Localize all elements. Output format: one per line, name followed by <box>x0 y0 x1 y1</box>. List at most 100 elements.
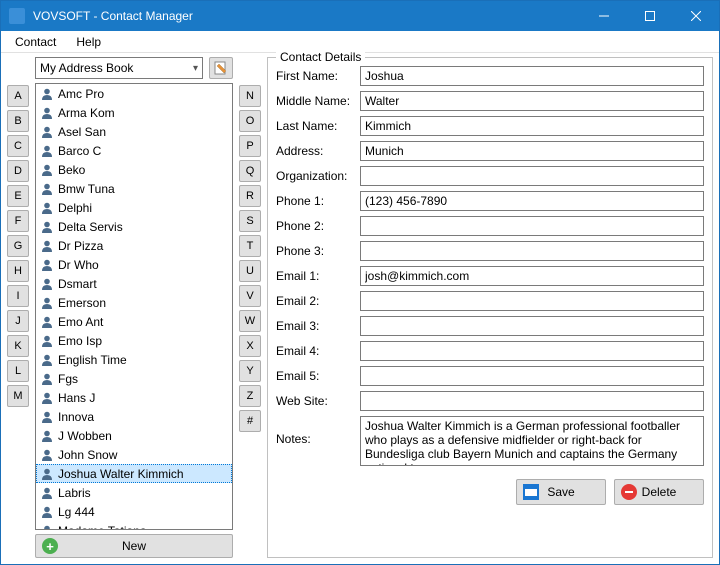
contact-item-label: Dr Who <box>58 258 99 272</box>
label-first-name: First Name: <box>276 69 354 83</box>
contact-list[interactable]: Amc Pro Arma Kom Asel San Barco CBeko Bmw Tu… <box>35 83 233 530</box>
phone2-field[interactable] <box>360 216 704 236</box>
notes-field[interactable] <box>360 416 704 466</box>
last-name-field[interactable] <box>360 116 704 136</box>
website-field[interactable] <box>360 391 704 411</box>
save-icon <box>523 484 539 500</box>
close-button[interactable] <box>673 1 719 31</box>
contact-item[interactable]: Joshua Walter Kimmich <box>36 464 232 483</box>
delete-button[interactable]: Delete <box>614 479 704 505</box>
letter-button-v[interactable]: V <box>239 285 261 307</box>
contact-item[interactable]: Dsmart <box>36 274 232 293</box>
letter-button-t[interactable]: T <box>239 235 261 257</box>
contact-item-label: Madame Tatiana <box>58 524 147 531</box>
contact-item-label: Bmw Tuna <box>58 182 115 196</box>
letter-button-h[interactable]: H <box>7 260 29 282</box>
letter-button-n[interactable]: N <box>239 85 261 107</box>
address-book-select[interactable]: My Address Book ▾ <box>35 57 203 79</box>
address-field[interactable] <box>360 141 704 161</box>
email4-field[interactable] <box>360 341 704 361</box>
contact-item-label: Delta Servis <box>58 220 123 234</box>
contact-item-label: Dsmart <box>58 277 97 291</box>
email5-field[interactable] <box>360 366 704 386</box>
contact-item[interactable]: Emerson <box>36 293 232 312</box>
details-button-row: Save Delete <box>276 479 704 505</box>
save-button[interactable]: Save <box>516 479 606 505</box>
edit-address-book-button[interactable] <box>209 57 233 79</box>
address-book-row: My Address Book ▾ <box>35 57 233 79</box>
contact-item[interactable]: John Snow <box>36 445 232 464</box>
letter-button-q[interactable]: Q <box>239 160 261 182</box>
contact-item[interactable]: Barco C <box>36 141 232 160</box>
contact-item[interactable]: Madame Tatiana <box>36 521 232 530</box>
contact-item[interactable]: Delphi <box>36 198 232 217</box>
contact-item[interactable]: Dr Who <box>36 255 232 274</box>
letter-button-p[interactable]: P <box>239 135 261 157</box>
contact-item[interactable]: Innova <box>36 407 232 426</box>
letter-button-k[interactable]: K <box>7 335 29 357</box>
letter-button-w[interactable]: W <box>239 310 261 332</box>
contact-item[interactable]: Labris <box>36 483 232 502</box>
contact-item-label: Amc Pro <box>58 87 104 101</box>
contact-item[interactable]: Arma Kom <box>36 103 232 122</box>
contact-item[interactable]: Emo Ant <box>36 312 232 331</box>
label-address: Address: <box>276 144 354 158</box>
organization-field[interactable] <box>360 166 704 186</box>
letter-button-g[interactable]: G <box>7 235 29 257</box>
letter-button-d[interactable]: D <box>7 160 29 182</box>
contact-item[interactable]: Bmw Tuna <box>36 179 232 198</box>
label-phone3: Phone 3: <box>276 244 354 258</box>
contact-item[interactable]: Lg 444 <box>36 502 232 521</box>
menu-contact[interactable]: Contact <box>5 33 66 51</box>
contact-item-label: Emo Ant <box>58 315 103 329</box>
label-organization: Organization: <box>276 169 354 183</box>
letter-button-hash[interactable]: # <box>239 410 261 432</box>
contact-item[interactable]: Asel San <box>36 122 232 141</box>
letter-button-o[interactable]: O <box>239 110 261 132</box>
contact-item[interactable]: English Time <box>36 350 232 369</box>
menu-help[interactable]: Help <box>66 33 111 51</box>
contact-item[interactable]: Emo Isp <box>36 331 232 350</box>
contact-item[interactable]: Hans J <box>36 388 232 407</box>
delete-button-label: Delete <box>642 485 677 499</box>
label-phone2: Phone 2: <box>276 219 354 233</box>
letter-button-r[interactable]: R <box>239 185 261 207</box>
contact-item-label: Innova <box>58 410 94 424</box>
maximize-button[interactable] <box>627 1 673 31</box>
letter-button-s[interactable]: S <box>239 210 261 232</box>
email3-field[interactable] <box>360 316 704 336</box>
letter-button-z[interactable]: Z <box>239 385 261 407</box>
email1-field[interactable] <box>360 266 704 286</box>
contact-item[interactable]: Amc Pro <box>36 84 232 103</box>
contact-item[interactable]: Fgs <box>36 369 232 388</box>
new-contact-button[interactable]: + New <box>35 534 233 558</box>
email2-field[interactable] <box>360 291 704 311</box>
label-email4: Email 4: <box>276 344 354 358</box>
contact-item[interactable]: Delta Servis <box>36 217 232 236</box>
letter-button-i[interactable]: I <box>7 285 29 307</box>
phone1-field[interactable] <box>360 191 704 211</box>
letter-button-u[interactable]: U <box>239 260 261 282</box>
letter-button-m[interactable]: M <box>7 385 29 407</box>
contact-item-label: Delphi <box>58 201 92 215</box>
label-notes: Notes: <box>276 416 354 446</box>
letter-button-f[interactable]: F <box>7 210 29 232</box>
letter-button-a[interactable]: A <box>7 85 29 107</box>
first-name-field[interactable] <box>360 66 704 86</box>
contact-item[interactable]: Dr Pizza <box>36 236 232 255</box>
letter-button-l[interactable]: L <box>7 360 29 382</box>
minimize-button[interactable] <box>581 1 627 31</box>
contact-item-label: J Wobben <box>58 429 112 443</box>
phone3-field[interactable] <box>360 241 704 261</box>
letter-button-x[interactable]: X <box>239 335 261 357</box>
letter-button-c[interactable]: C <box>7 135 29 157</box>
letter-button-y[interactable]: Y <box>239 360 261 382</box>
letter-button-e[interactable]: E <box>7 185 29 207</box>
contact-item[interactable]: J Wobben <box>36 426 232 445</box>
contact-item[interactable]: Beko <box>36 160 232 179</box>
letter-button-b[interactable]: B <box>7 110 29 132</box>
contact-item-label: Asel San <box>58 125 106 139</box>
middle-name-field[interactable] <box>360 91 704 111</box>
letter-button-j[interactable]: J <box>7 310 29 332</box>
app-icon <box>9 8 25 24</box>
